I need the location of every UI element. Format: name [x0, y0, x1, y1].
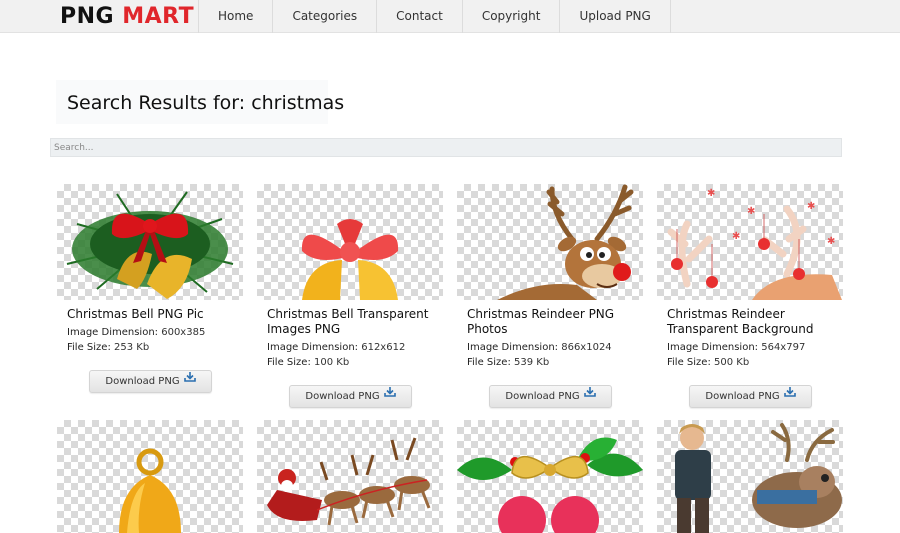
result-card: Christmas Bell PNG Pic Image Dimension: … [57, 184, 245, 396]
kristoff-sven-image [675, 423, 842, 533]
nav-item-home[interactable]: Home [198, 0, 272, 33]
nav-item-copyright[interactable]: Copyright [461, 0, 560, 33]
result-thumbnail[interactable] [257, 184, 443, 300]
santa-sleigh-reindeer-image [267, 437, 431, 526]
download-png-button[interactable]: Download PNG [89, 370, 212, 393]
filesize-value: 539 Kb [514, 357, 550, 368]
filesize-value: 253 Kb [114, 342, 150, 353]
nav-item-contact[interactable]: Contact [376, 0, 462, 33]
result-dimension: Image Dimension: 600x385 [67, 325, 243, 340]
result-card: ✱ ✱ ✱ ✱ ✱ Christmas Reindeer Transparent Bac… [657, 184, 845, 411]
result-card [657, 420, 845, 533]
top-navbar: PNG MART Home Categories Contact Copyrig… [0, 0, 900, 33]
result-filesize: File Size: 253 Kb [67, 340, 243, 355]
result-thumbnail[interactable]: ✱ ✱ ✱ ✱ ✱ [657, 184, 843, 300]
svg-text:✱: ✱ [807, 201, 815, 212]
download-tray-icon [583, 384, 596, 405]
result-filesize: File Size: 539 Kb [467, 355, 643, 370]
result-thumbnail[interactable] [57, 420, 243, 533]
filesize-label: File Size: [467, 357, 511, 368]
result-title[interactable]: Christmas Bell PNG Pic [67, 307, 243, 322]
christmas-bell-bow-image [66, 191, 234, 299]
page-title: Search Results for: christmas [67, 92, 345, 114]
filesize-label: File Size: [267, 357, 311, 368]
result-title[interactable]: Christmas Reindeer PNG Photos [467, 307, 643, 337]
filesize-label: File Size: [667, 357, 711, 368]
logo-text-mart: MART [122, 4, 195, 29]
download-tray-icon [383, 384, 396, 405]
result-card: Christmas Bell Transparent Images PNG Im… [257, 184, 445, 411]
download-button-label: Download PNG [305, 391, 380, 402]
nav-item-categories[interactable]: Categories [272, 0, 376, 33]
download-png-button[interactable]: Download PNG [689, 385, 812, 408]
result-card [57, 420, 245, 533]
filesize-value: 100 Kb [314, 357, 350, 368]
download-png-button[interactable]: Download PNG [489, 385, 612, 408]
golden-bell-image [119, 448, 181, 533]
site-logo[interactable]: PNG MART [60, 3, 194, 31]
search-input[interactable] [50, 138, 842, 157]
filesize-label: File Size: [67, 342, 111, 353]
download-tray-icon [183, 369, 196, 390]
result-thumbnail[interactable] [57, 184, 243, 300]
filesize-value: 500 Kb [714, 357, 750, 368]
svg-text:✱: ✱ [732, 231, 740, 242]
download-png-button[interactable]: Download PNG [289, 385, 412, 408]
result-card: Christmas Reindeer PNG Photos Image Dime… [457, 184, 645, 411]
result-dimension: Image Dimension: 612x612 [267, 340, 443, 355]
reindeer-antlers-ornaments-image: ✱ ✱ ✱ ✱ ✱ [667, 188, 842, 300]
holly-bow-ornaments-image [457, 437, 643, 533]
dimension-label: Image Dimension: [467, 342, 559, 353]
svg-text:✱: ✱ [747, 206, 755, 217]
result-dimension: Image Dimension: 866x1024 [467, 340, 643, 355]
result-thumbnail[interactable] [457, 420, 643, 533]
dimension-label: Image Dimension: [67, 327, 159, 338]
dimension-value: 600x385 [161, 327, 206, 338]
dimension-value: 612x612 [361, 342, 406, 353]
result-filesize: File Size: 500 Kb [667, 355, 843, 370]
result-thumbnail[interactable] [257, 420, 443, 533]
nav-item-upload-png[interactable]: Upload PNG [559, 0, 671, 33]
dimension-value: 564x797 [761, 342, 806, 353]
download-button-label: Download PNG [705, 391, 780, 402]
download-button-label: Download PNG [105, 376, 180, 387]
main-menu: Home Categories Contact Copyright Upload… [198, 0, 671, 33]
result-card [257, 420, 445, 533]
result-thumbnail[interactable] [457, 184, 643, 300]
svg-text:✱: ✱ [707, 188, 715, 199]
dimension-label: Image Dimension: [667, 342, 759, 353]
result-thumbnail[interactable] [657, 420, 843, 533]
result-card [457, 420, 645, 533]
result-title[interactable]: Christmas Reindeer Transparent Backgroun… [667, 307, 843, 337]
download-tray-icon [783, 384, 796, 405]
red-bow-bell-image [301, 219, 399, 300]
logo-text-png: PNG [60, 4, 115, 29]
result-dimension: Image Dimension: 564x797 [667, 340, 843, 355]
cartoon-reindeer-image [497, 184, 634, 300]
download-button-label: Download PNG [505, 391, 580, 402]
result-title[interactable]: Christmas Bell Transparent Images PNG [267, 307, 443, 337]
svg-text:✱: ✱ [827, 236, 835, 247]
dimension-value: 866x1024 [561, 342, 612, 353]
search-results-heading-box: Search Results for: christmas [56, 80, 344, 124]
result-filesize: File Size: 100 Kb [267, 355, 443, 370]
dimension-label: Image Dimension: [267, 342, 359, 353]
